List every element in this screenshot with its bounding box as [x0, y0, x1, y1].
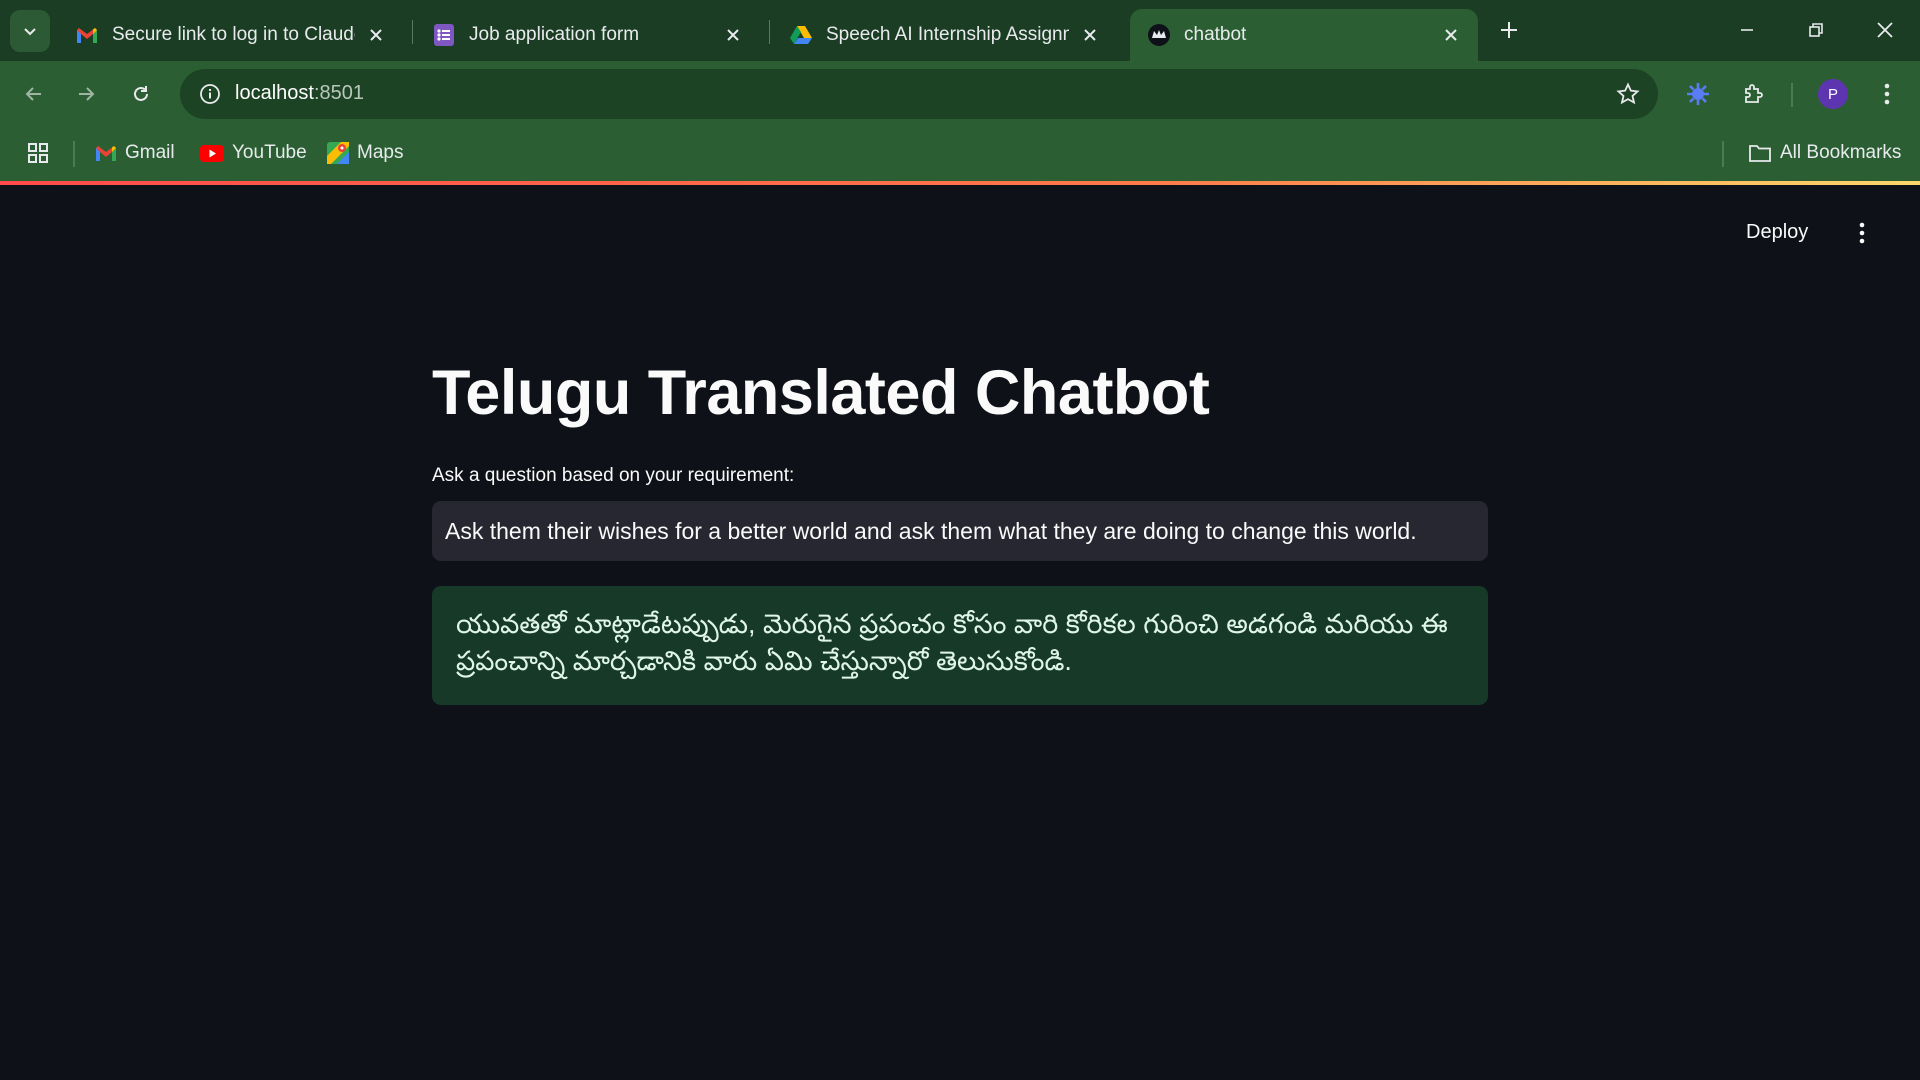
app-menu-button[interactable] — [1848, 219, 1876, 247]
streamlit-app: Deploy Telugu Translated Chatbot Ask a q… — [0, 185, 1920, 1080]
restore-button[interactable] — [1796, 10, 1836, 50]
browser-tab-3[interactable]: Speech AI Internship Assignment — [772, 9, 1117, 61]
deploy-button[interactable]: Deploy — [1746, 221, 1808, 244]
url-port: :8501 — [313, 82, 364, 104]
tab-title: Speech AI Internship Assignment — [826, 24, 1069, 45]
reload-button[interactable] — [119, 72, 163, 116]
reload-icon — [134, 86, 148, 101]
extension-sparkle-icon[interactable] — [1678, 74, 1718, 114]
browser-tab-2[interactable]: Job application form — [415, 9, 760, 61]
extensions-puzzle-icon[interactable] — [1734, 74, 1774, 114]
bookmark-label: YouTube — [232, 142, 307, 163]
url-host: localhost — [235, 82, 314, 104]
chevron-down-icon — [24, 28, 36, 36]
arrow-right-icon — [79, 87, 95, 101]
bookmarks-bar: Gmail YouTube Maps All Bookmarks — [0, 127, 1920, 181]
bookmark-label: Gmail — [125, 142, 175, 163]
drive-icon — [790, 24, 812, 46]
tab-separator — [412, 20, 413, 44]
close-icon[interactable] — [1079, 24, 1101, 46]
page-title: Telugu Translated Chatbot — [432, 358, 1210, 428]
all-bookmarks-label: All Bookmarks — [1780, 142, 1902, 163]
address-bar[interactable]: localhost:8501 — [180, 69, 1658, 119]
profile-button[interactable]: P — [1813, 74, 1853, 114]
url-text: localhost:8501 — [235, 82, 364, 105]
tab-title: Job application form — [469, 24, 640, 45]
browser-menu-button[interactable] — [1867, 74, 1907, 114]
avatar: P — [1818, 79, 1848, 109]
translation-output: యువతతో మాట్లాడేటప్పుడు, మెరుగైన ప్రపంచం … — [432, 586, 1488, 705]
tab-search-button[interactable] — [10, 10, 50, 52]
folder-icon — [1748, 143, 1772, 163]
browser-tab-1[interactable]: Secure link to log in to Claude.ai — [58, 9, 403, 61]
youtube-icon — [200, 144, 224, 162]
maps-icon — [327, 142, 349, 164]
tab-separator — [769, 20, 770, 44]
bookmark-label: Maps — [357, 142, 404, 163]
all-bookmarks-button[interactable]: All Bookmarks — [1748, 138, 1901, 168]
bookmarks-divider — [73, 141, 75, 167]
browser-tab-strip: Secure link to log in to Claude.ai Job a… — [0, 0, 1920, 61]
question-input[interactable]: Ask them their wishes for a better world… — [432, 501, 1488, 561]
close-icon — [1877, 22, 1893, 38]
new-tab-button[interactable] — [1493, 14, 1525, 46]
toolbar-divider — [1791, 83, 1793, 107]
bookmarks-divider — [1722, 141, 1724, 167]
close-icon[interactable] — [365, 24, 387, 46]
question-input-label: Ask a question based on your requirement… — [432, 465, 795, 486]
bookmark-gmail[interactable]: Gmail — [95, 138, 175, 168]
streamlit-icon — [1148, 24, 1170, 46]
translation-text: యువతతో మాట్లాడేటప్పుడు, మెరుగైన ప్రపంచం … — [456, 609, 1448, 676]
apps-grid-icon — [28, 143, 48, 163]
back-button[interactable] — [12, 72, 56, 116]
minimize-button[interactable] — [1727, 10, 1767, 50]
question-input-value: Ask them their wishes for a better world… — [445, 517, 1417, 544]
browser-toolbar: localhost:8501 P — [0, 61, 1920, 127]
gmail-icon — [76, 24, 98, 46]
minimize-icon — [1741, 29, 1753, 31]
arrow-left-icon — [25, 87, 41, 101]
kebab-menu-icon — [1884, 83, 1890, 105]
forms-icon — [433, 24, 455, 46]
kebab-menu-icon — [1859, 222, 1865, 244]
tab-title: Secure link to log in to Claude.ai — [112, 24, 355, 45]
site-info-icon[interactable] — [192, 76, 228, 112]
browser-tab-4-active[interactable]: chatbot — [1130, 9, 1478, 61]
close-window-button[interactable] — [1865, 10, 1905, 50]
close-icon[interactable] — [1440, 24, 1462, 46]
apps-button[interactable] — [26, 138, 50, 168]
tab-title: chatbot — [1184, 24, 1247, 45]
plus-icon — [1501, 22, 1517, 38]
restore-icon — [1809, 23, 1823, 37]
bookmark-star-icon[interactable] — [1612, 78, 1644, 110]
close-icon[interactable] — [722, 24, 744, 46]
bookmark-maps[interactable]: Maps — [327, 138, 403, 168]
forward-button[interactable] — [64, 72, 108, 116]
bookmark-youtube[interactable]: YouTube — [200, 138, 307, 168]
gmail-icon — [95, 145, 117, 162]
